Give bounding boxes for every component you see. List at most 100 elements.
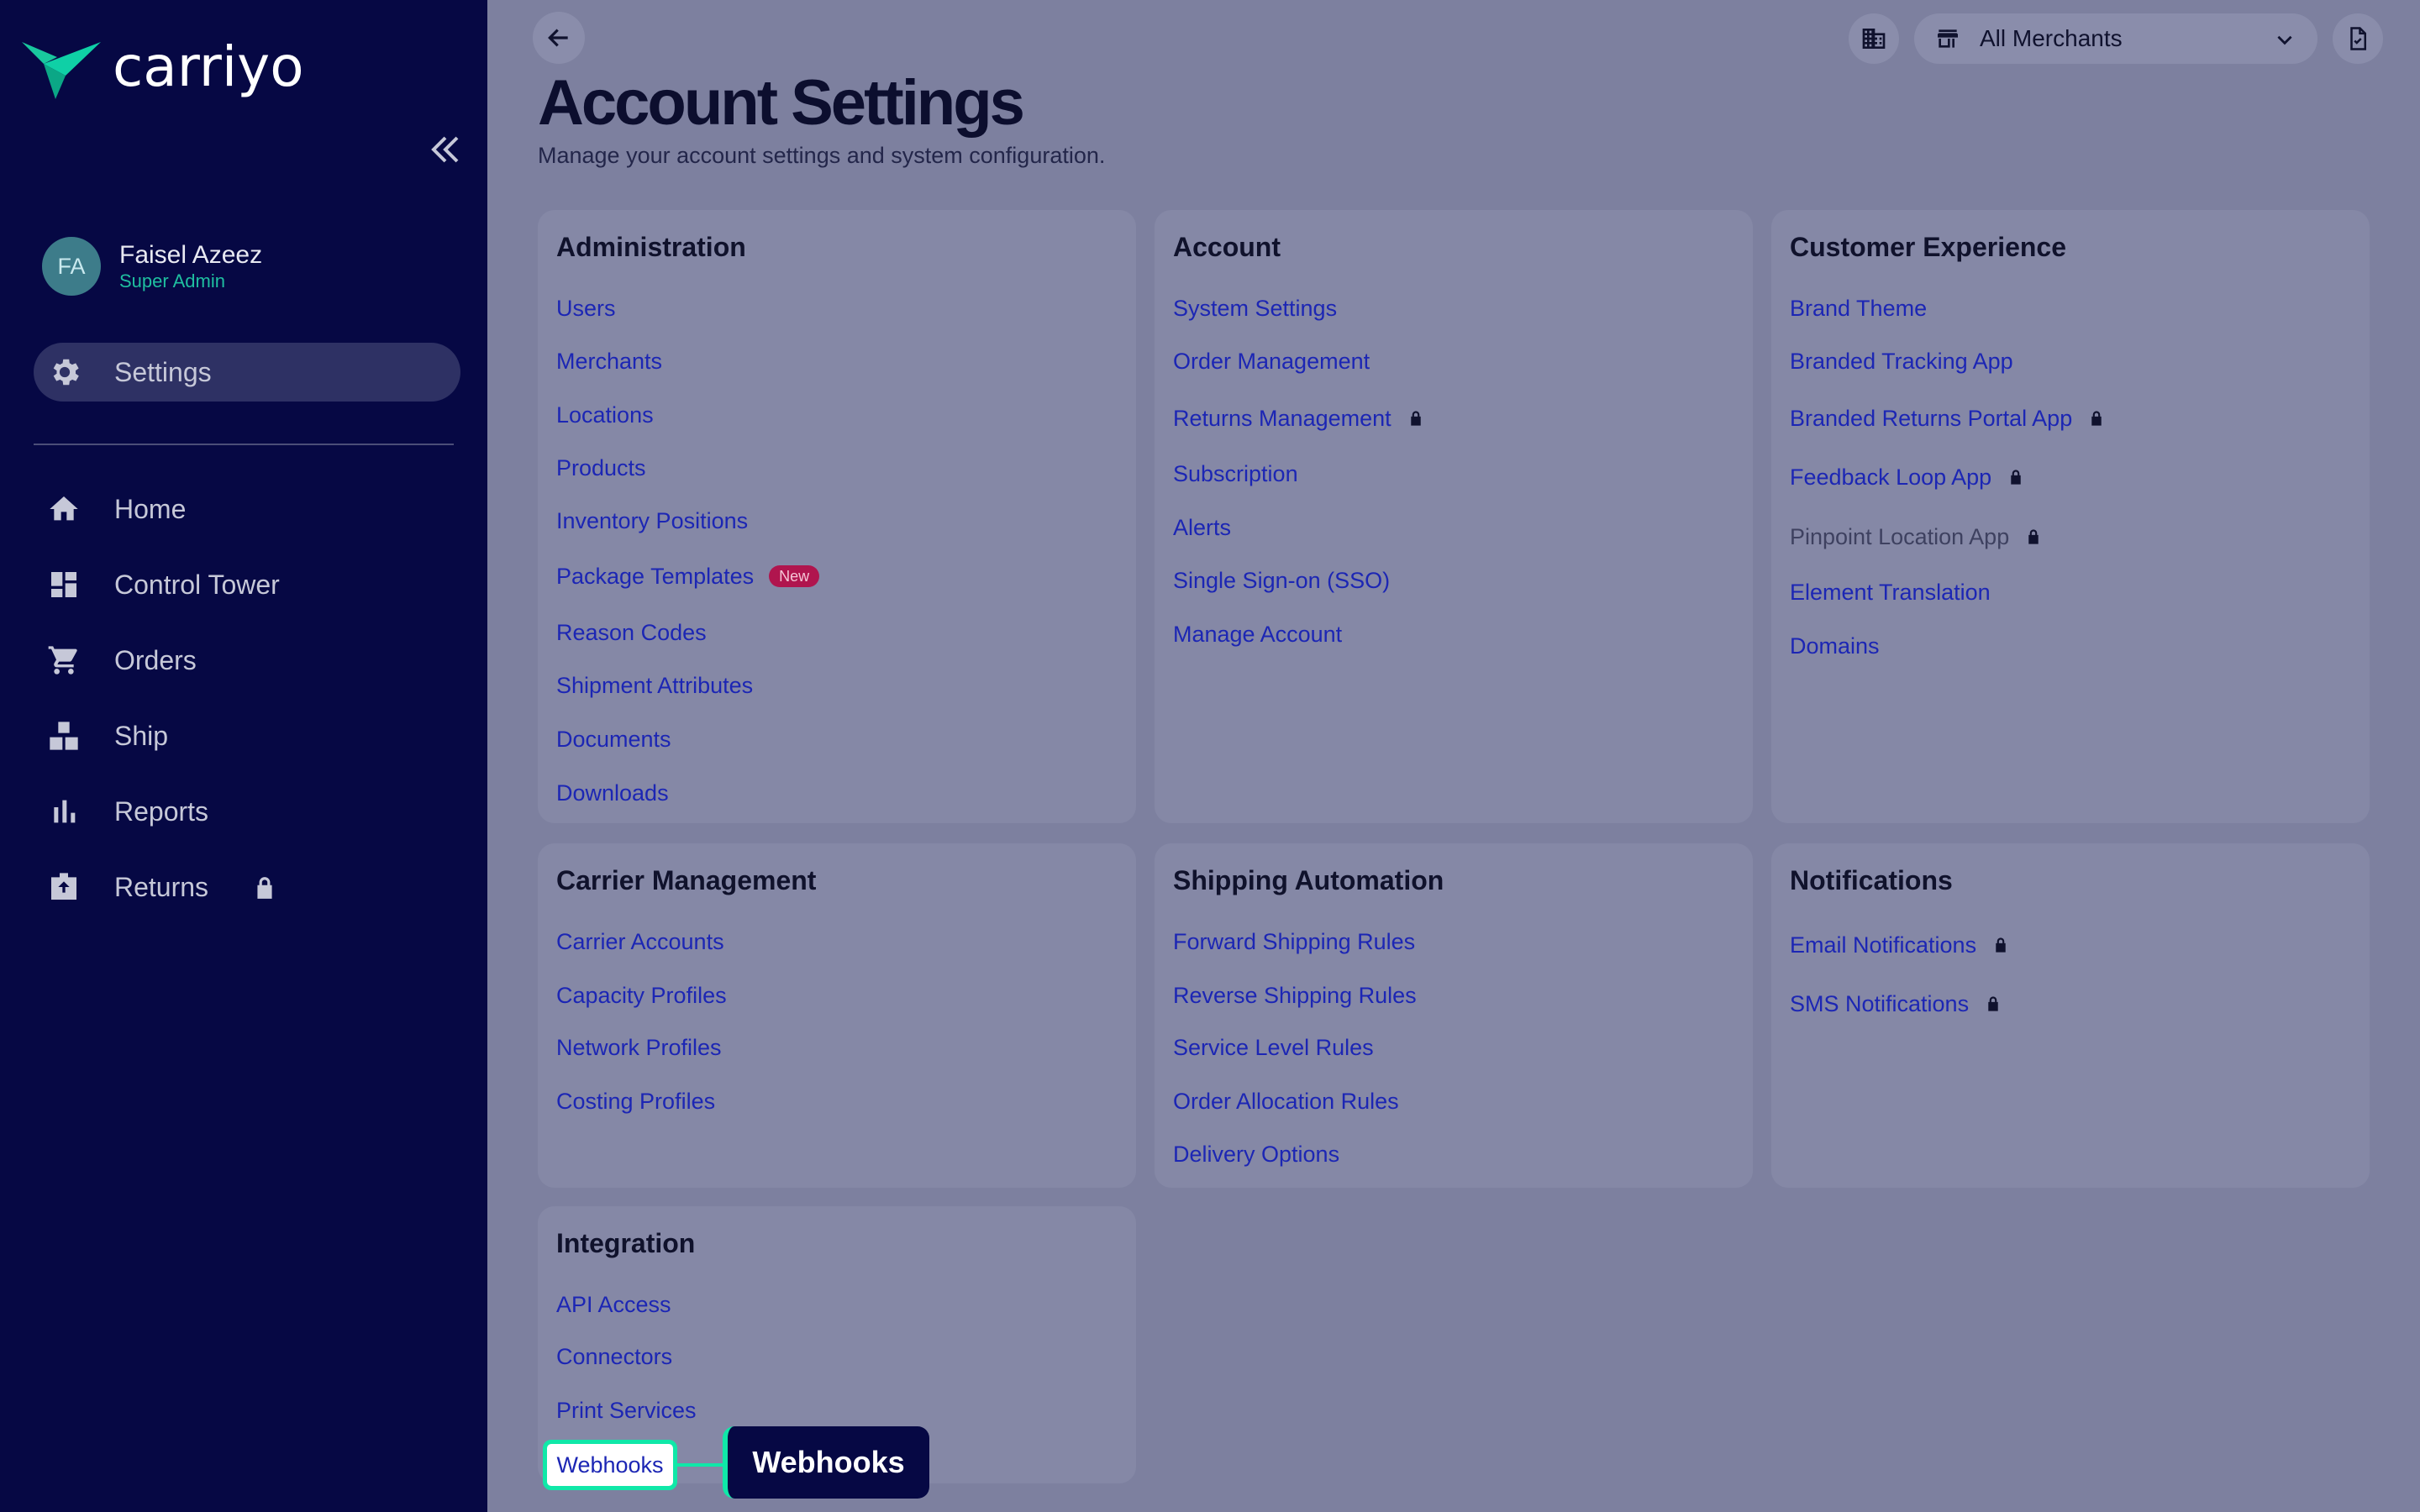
link-domains[interactable]: Domains: [1790, 632, 1880, 660]
merchant-select[interactable]: All Merchants: [1914, 13, 2317, 64]
link-package-templates[interactable]: Package Templates New: [556, 562, 820, 591]
link-users[interactable]: Users: [556, 294, 616, 323]
sidebar-item-returns[interactable]: Returns: [47, 862, 434, 912]
link-returns-management[interactable]: Returns Management: [1173, 404, 1423, 433]
carriyo-logo[interactable]: carriyo: [22, 39, 304, 102]
boxes-icon: [50, 722, 78, 750]
card-title: Carrier Management: [556, 865, 817, 895]
link-label: Email Notifications: [1790, 932, 1977, 958]
link-element-translation[interactable]: Element Translation: [1790, 578, 1991, 606]
dashboard-icon: [51, 572, 76, 597]
link-label: SMS Notifications: [1790, 991, 1970, 1016]
gear-icon: [53, 359, 79, 386]
card-account: Account System Settings Order Management…: [1155, 210, 1753, 823]
link-reverse-shipping-rules[interactable]: Reverse Shipping Rules: [1173, 981, 1417, 1010]
page-subtitle: Manage your account settings and system …: [538, 143, 1106, 168]
home-icon: [50, 496, 78, 521]
link-reason-codes[interactable]: Reason Codes: [556, 618, 707, 647]
card-title: Administration: [556, 232, 746, 262]
user-profile[interactable]: FA Faisel Azeez Super Admin: [42, 237, 262, 296]
link-pinpoint-location-app: Pinpoint Location App: [1790, 522, 2041, 551]
lock-icon: [2011, 470, 2021, 485]
link-order-management[interactable]: Order Management: [1173, 347, 1370, 375]
link-service-level-rules[interactable]: Service Level Rules: [1173, 1033, 1374, 1062]
user-role: Super Admin: [119, 270, 225, 291]
link-email-notifications[interactable]: Email Notifications: [1790, 931, 2008, 959]
card-title: Notifications: [1790, 865, 1953, 895]
link-shipment-attributes[interactable]: Shipment Attributes: [556, 671, 753, 700]
link-single-sign-on[interactable]: Single Sign-on (SSO): [1173, 566, 1390, 595]
brand-name: carriyo: [113, 34, 304, 99]
link-downloads[interactable]: Downloads: [556, 779, 669, 807]
lock-icon: [2091, 411, 2102, 426]
sidebar-item-label: Control Tower: [114, 570, 280, 600]
user-name: Faisel Azeez: [119, 241, 263, 269]
new-badge: New: [769, 565, 820, 587]
card-title: Shipping Automation: [1173, 865, 1444, 895]
link-webhooks[interactable]: Webhooks: [543, 1440, 677, 1490]
card-title: Account: [1173, 232, 1281, 262]
sidebar-item-label: Settings: [114, 357, 212, 387]
main-content: All Merchants Account Settings Manage yo…: [487, 0, 2420, 1512]
card-administration: Administration Users Merchants Locations…: [538, 210, 1136, 823]
sidebar-item-home[interactable]: Home: [47, 484, 434, 534]
link-locations[interactable]: Locations: [556, 401, 654, 429]
link-api-access[interactable]: API Access: [556, 1290, 671, 1319]
lock-icon: [2028, 529, 2039, 544]
lock-icon: [1996, 937, 2006, 953]
link-manage-account[interactable]: Manage Account: [1173, 620, 1342, 648]
link-forward-shipping-rules[interactable]: Forward Shipping Rules: [1173, 927, 1415, 956]
card-title: Integration: [556, 1228, 696, 1258]
sidebar-divider: [34, 444, 454, 445]
user-info: Faisel Azeez Super Admin: [119, 240, 262, 292]
link-label: Pinpoint Location App: [1790, 524, 2010, 549]
lock-icon: [257, 877, 272, 899]
chevron-down-icon: [2277, 35, 2292, 45]
store-icon: [1938, 29, 1958, 48]
link-branded-tracking-app[interactable]: Branded Tracking App: [1790, 347, 2013, 375]
link-system-settings[interactable]: System Settings: [1173, 294, 1337, 323]
back-button[interactable]: [533, 12, 585, 64]
document-button[interactable]: [2333, 13, 2383, 64]
sidebar-item-label: Reports: [114, 796, 209, 827]
sidebar-item-orders[interactable]: Orders: [47, 635, 434, 685]
lock-icon: [1988, 996, 1998, 1011]
sidebar-item-settings[interactable]: Settings: [34, 343, 460, 402]
sidebar-item-control-tower[interactable]: Control Tower: [47, 559, 434, 610]
link-merchants[interactable]: Merchants: [556, 347, 662, 375]
link-feedback-loop-app[interactable]: Feedback Loop App: [1790, 463, 2023, 491]
link-capacity-profiles[interactable]: Capacity Profiles: [556, 981, 727, 1010]
link-documents[interactable]: Documents: [556, 725, 671, 753]
page-title: Account Settings: [538, 67, 1025, 139]
link-costing-profiles[interactable]: Costing Profiles: [556, 1087, 715, 1116]
sidebar: carriyo FA Faisel Azeez Super Admin Sett…: [0, 0, 487, 1512]
lock-icon: [1410, 411, 1421, 426]
link-connectors[interactable]: Connectors: [556, 1342, 672, 1371]
sidebar-item-reports[interactable]: Reports: [47, 786, 434, 837]
link-inventory-positions[interactable]: Inventory Positions: [556, 507, 748, 535]
link-brand-theme[interactable]: Brand Theme: [1790, 294, 1927, 323]
link-print-services[interactable]: Print Services: [556, 1396, 697, 1425]
link-sms-notifications[interactable]: SMS Notifications: [1790, 990, 2001, 1018]
avatar: FA: [42, 237, 101, 296]
organization-button[interactable]: [1849, 13, 1899, 64]
link-network-profiles[interactable]: Network Profiles: [556, 1033, 722, 1062]
link-alerts[interactable]: Alerts: [1173, 513, 1231, 542]
collapse-sidebar-icon[interactable]: [427, 133, 464, 166]
link-subscription[interactable]: Subscription: [1173, 459, 1298, 488]
link-branded-returns-portal-app[interactable]: Branded Returns Portal App: [1790, 404, 2104, 433]
sidebar-item-label: Returns: [114, 872, 209, 902]
link-delivery-options[interactable]: Delivery Options: [1173, 1140, 1339, 1168]
sidebar-item-label: Orders: [114, 645, 197, 675]
link-products[interactable]: Products: [556, 454, 646, 482]
sidebar-item-ship[interactable]: Ship: [47, 711, 434, 761]
link-carrier-accounts[interactable]: Carrier Accounts: [556, 927, 724, 956]
link-order-allocation-rules[interactable]: Order Allocation Rules: [1173, 1087, 1399, 1116]
bar-chart-icon: [54, 800, 76, 823]
card-title: Customer Experience: [1790, 232, 2067, 262]
link-label: Package Templates: [556, 564, 755, 589]
arrow-left-icon: [548, 29, 568, 47]
building-icon: [1862, 29, 1886, 49]
card-notifications: Notifications Email Notifications SMS No…: [1771, 843, 2370, 1188]
webhooks-tooltip: Webhooks: [723, 1426, 929, 1499]
